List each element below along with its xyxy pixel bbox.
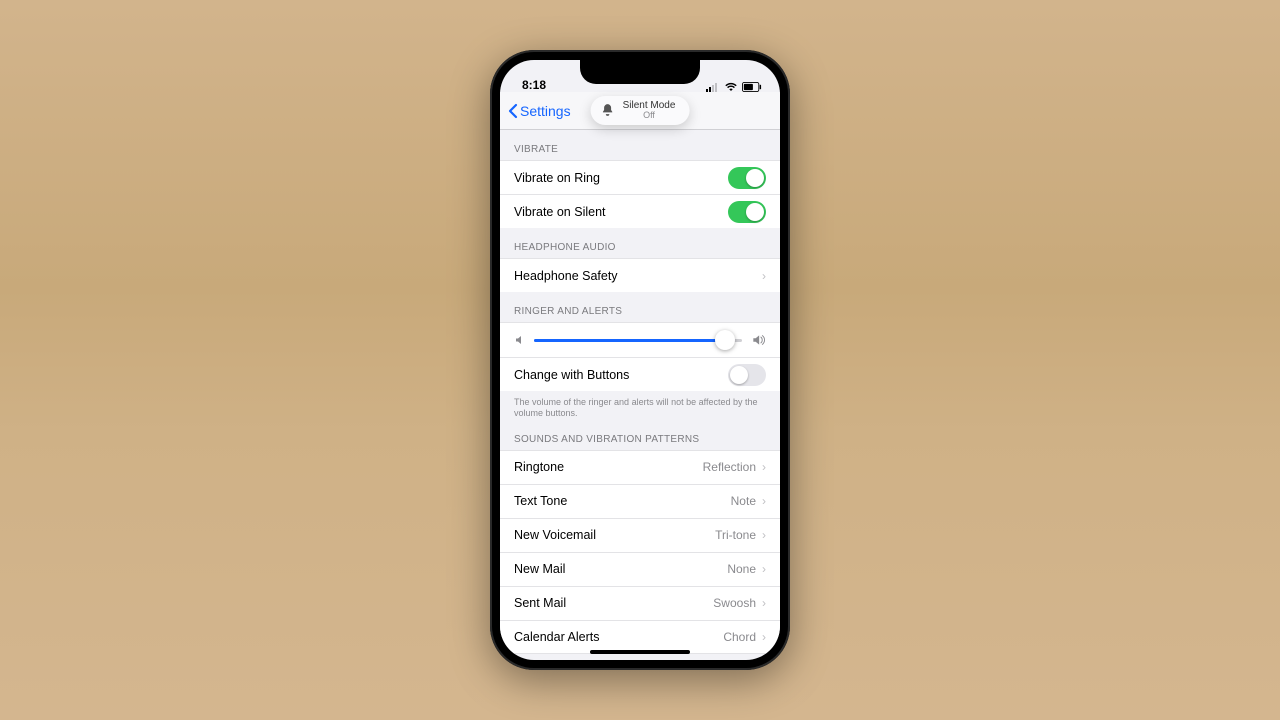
label-vibrate-on-ring: Vibrate on Ring: [514, 171, 600, 185]
section-header-vibrate: VIBRATE: [500, 130, 780, 160]
row-calendar-alerts[interactable]: Calendar Alerts Chord ›: [500, 620, 780, 654]
row-ringtone[interactable]: Ringtone Reflection ›: [500, 450, 780, 484]
footer-ringer: The volume of the ringer and alerts will…: [500, 391, 780, 420]
value-voicemail: Tri-tone: [715, 528, 756, 542]
toggle-vibrate-on-silent[interactable]: [728, 201, 766, 223]
row-sent-mail[interactable]: Sent Mail Swoosh ›: [500, 586, 780, 620]
screen: 8:18 Settings Silent Mode Off: [500, 60, 780, 660]
label-new-mail: New Mail: [514, 562, 565, 576]
silent-mode-state: Off: [623, 111, 676, 121]
label-ringtone: Ringtone: [514, 460, 564, 474]
toggle-change-with-buttons[interactable]: [728, 364, 766, 386]
chevron-right-icon: ›: [762, 528, 766, 542]
value-ringtone: Reflection: [703, 460, 756, 474]
back-label: Settings: [520, 103, 571, 119]
value-new-mail: None: [727, 562, 756, 576]
phone-frame: 8:18 Settings Silent Mode Off: [490, 50, 790, 670]
silent-mode-banner: Silent Mode Off: [591, 96, 690, 125]
row-new-voicemail[interactable]: New Voicemail Tri-tone ›: [500, 518, 780, 552]
section-header-headphone: HEADPHONE AUDIO: [500, 228, 780, 258]
row-headphone-safety[interactable]: Headphone Safety ›: [500, 258, 780, 292]
clock: 8:18: [522, 78, 546, 92]
wifi-icon: [724, 82, 738, 92]
label-text-tone: Text Tone: [514, 494, 567, 508]
value-text-tone: Note: [731, 494, 756, 508]
section-header-sounds: SOUNDS AND VIBRATION PATTERNS: [500, 420, 780, 450]
label-headphone-safety: Headphone Safety: [514, 269, 618, 283]
label-voicemail: New Voicemail: [514, 528, 596, 542]
status-icons: [706, 82, 762, 92]
speaker-low-icon: [514, 334, 526, 346]
battery-icon: [742, 82, 762, 92]
row-new-mail[interactable]: New Mail None ›: [500, 552, 780, 586]
label-vibrate-on-silent: Vibrate on Silent: [514, 205, 606, 219]
label-sent-mail: Sent Mail: [514, 596, 566, 610]
chevron-right-icon: ›: [762, 562, 766, 576]
settings-body[interactable]: VIBRATE Vibrate on Ring Vibrate on Silen…: [500, 130, 780, 660]
label-calendar: Calendar Alerts: [514, 630, 599, 644]
row-vibrate-on-ring[interactable]: Vibrate on Ring: [500, 160, 780, 194]
value-sent-mail: Swoosh: [713, 596, 756, 610]
row-text-tone[interactable]: Text Tone Note ›: [500, 484, 780, 518]
speaker-high-icon: [750, 333, 766, 347]
value-calendar: Chord: [723, 630, 756, 644]
back-button[interactable]: Settings: [508, 103, 571, 119]
volume-slider[interactable]: [534, 339, 742, 342]
chevron-right-icon: ›: [762, 269, 766, 283]
row-ringer-volume: [500, 322, 780, 357]
toggle-vibrate-on-ring[interactable]: [728, 167, 766, 189]
section-header-ringer: RINGER AND ALERTS: [500, 292, 780, 322]
row-change-with-buttons[interactable]: Change with Buttons: [500, 357, 780, 391]
chevron-right-icon: ›: [762, 494, 766, 508]
label-change-with-buttons: Change with Buttons: [514, 368, 629, 382]
home-indicator[interactable]: [590, 650, 690, 654]
chevron-left-icon: [508, 103, 518, 119]
cellular-icon: [706, 82, 720, 92]
chevron-right-icon: ›: [762, 460, 766, 474]
bell-icon: [601, 103, 615, 117]
row-vibrate-on-silent[interactable]: Vibrate on Silent: [500, 194, 780, 228]
chevron-right-icon: ›: [762, 630, 766, 644]
chevron-right-icon: ›: [762, 596, 766, 610]
notch: [580, 60, 700, 84]
nav-bar: Settings Silent Mode Off: [500, 92, 780, 130]
